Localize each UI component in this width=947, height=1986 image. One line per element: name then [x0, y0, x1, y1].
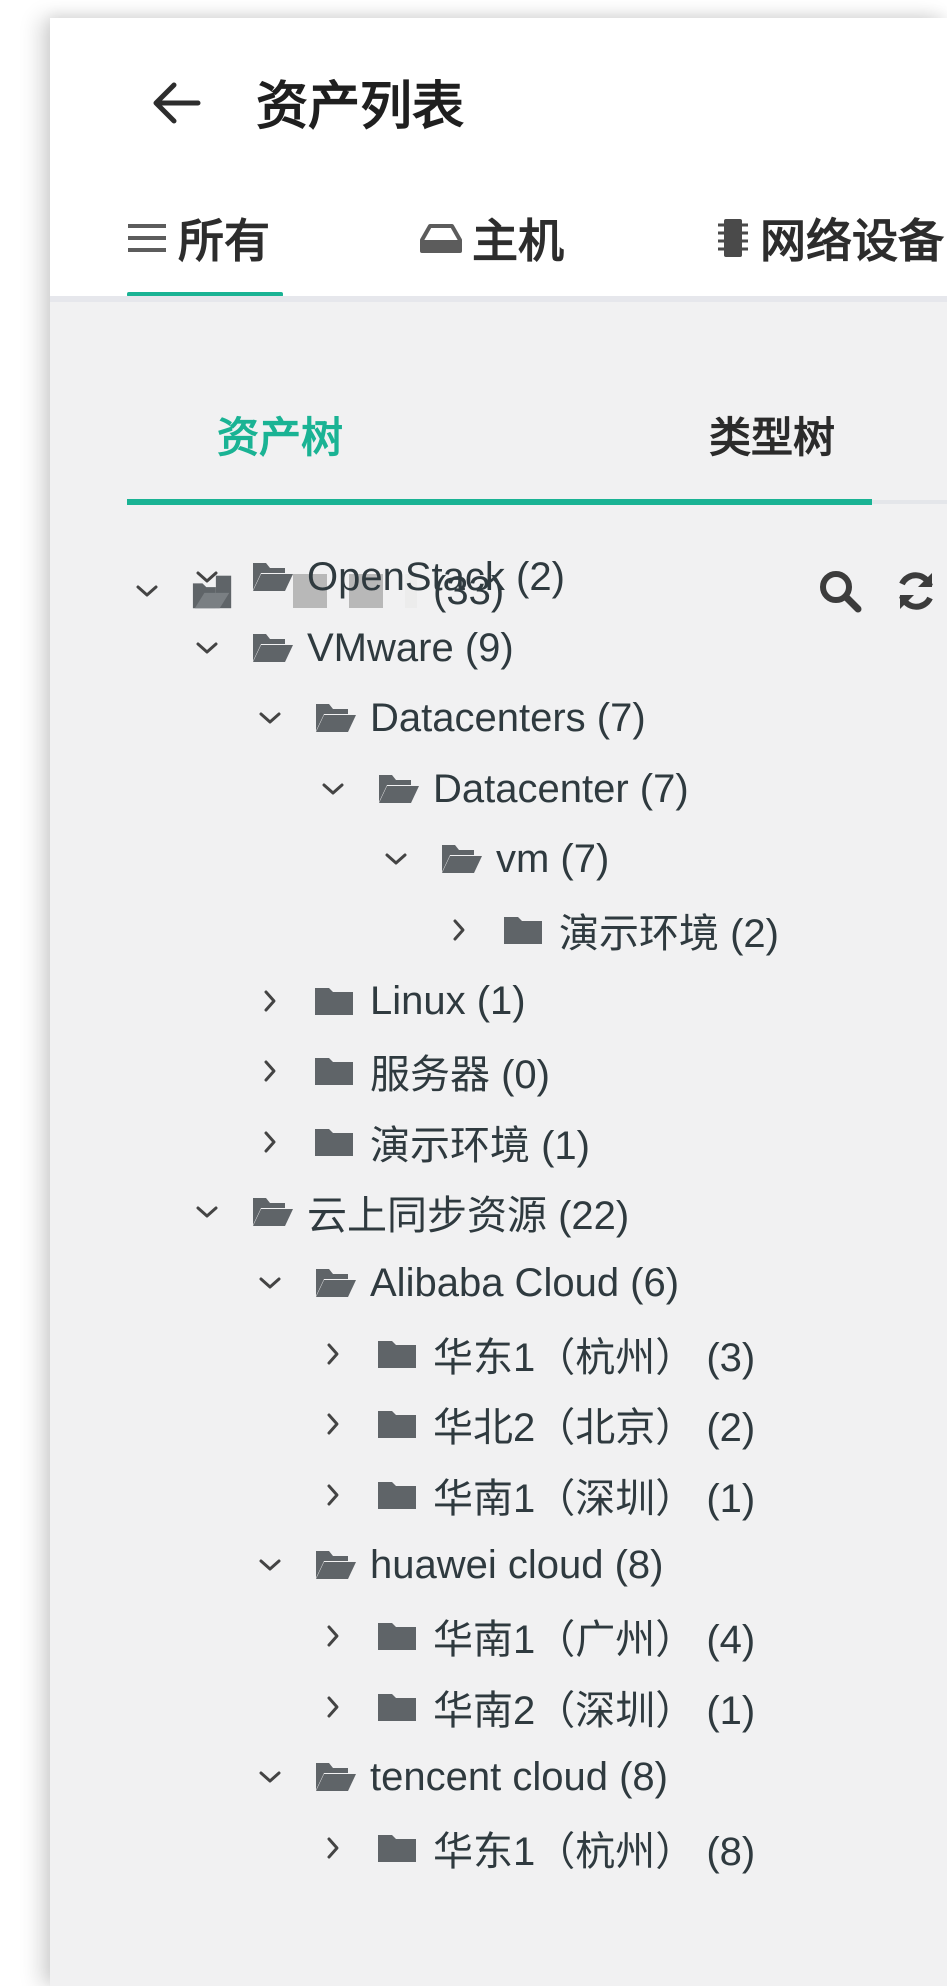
tree-node[interactable]: VMware (9) — [187, 613, 514, 683]
tree-node-label: OpenStack (2) — [307, 554, 565, 599]
tree-node[interactable]: Linux (1) — [250, 966, 526, 1036]
tree-node[interactable]: 服务器 (0) — [250, 1036, 550, 1106]
chevron-right-icon[interactable] — [439, 895, 479, 965]
folder-open-icon — [251, 542, 295, 612]
folder-icon — [377, 1813, 421, 1883]
folder-open-icon — [314, 1530, 358, 1600]
tree-node-label: 华南1（深圳） (1) — [433, 1477, 756, 1521]
tree-node[interactable]: 华南1（深圳） (1) — [313, 1460, 755, 1530]
tab-all[interactable]: 所有 — [126, 198, 270, 278]
refresh-icon — [899, 572, 933, 610]
folder-open-icon — [251, 613, 295, 683]
tree-node[interactable]: 华东1（杭州） (3) — [313, 1319, 755, 1389]
tree-node-label: Datacenter (7) — [433, 766, 689, 811]
tree-node[interactable]: 华南2（深圳） (1) — [313, 1672, 755, 1742]
folder-icon — [377, 1672, 421, 1742]
tree-node[interactable]: 云上同步资源 (22) — [187, 1177, 629, 1247]
chevron-right-icon[interactable] — [313, 1389, 353, 1459]
asset-panel: 资产列表 所有 主机 网络设备 资产树 类型树 (33) OpenStack (… — [50, 18, 947, 1986]
tree-node-label: huawei cloud (8) — [370, 1542, 664, 1587]
tree-node[interactable]: OpenStack (2) — [187, 542, 565, 612]
chevron-down-icon[interactable] — [187, 542, 227, 612]
chevron-down-icon[interactable] — [187, 613, 227, 683]
refresh-button[interactable] — [888, 556, 944, 626]
folder-icon — [314, 1036, 358, 1106]
chevron-right-icon[interactable] — [250, 1036, 290, 1106]
chevron-down-icon[interactable] — [250, 683, 290, 753]
chevron-down-icon[interactable] — [187, 1177, 227, 1247]
page-header: 资产列表 所有 主机 网络设备 — [50, 18, 947, 297]
tree-node-label: Datacenters (7) — [370, 695, 646, 740]
folder-open-icon — [314, 683, 358, 753]
search-button[interactable] — [812, 556, 868, 626]
folder-icon — [314, 1107, 358, 1177]
tree-node[interactable]: huawei cloud (8) — [250, 1530, 664, 1600]
arrow-left-icon — [153, 82, 201, 124]
tree-node[interactable]: 华东1（杭州） (8) — [313, 1813, 755, 1883]
folder-open-icon — [377, 754, 421, 824]
tree-node-label: 华东1（杭州） (3) — [433, 1336, 756, 1380]
chevron-down-icon[interactable] — [250, 1742, 290, 1812]
folder-icon — [377, 1389, 421, 1459]
tab-hosts[interactable]: 主机 — [420, 198, 564, 278]
search-icon — [820, 571, 862, 613]
chevron-right-icon[interactable] — [313, 1319, 353, 1389]
tree-node-label: Alibaba Cloud (6) — [370, 1260, 680, 1305]
network-device-icon — [716, 217, 750, 259]
tree-node[interactable]: 演示环境 (2) — [439, 895, 779, 965]
tree-node-label: 演示环境 (1) — [370, 1124, 590, 1168]
chevron-down-icon[interactable] — [313, 754, 353, 824]
folder-icon — [377, 1319, 421, 1389]
chevron-right-icon[interactable] — [313, 1672, 353, 1742]
folder-icon — [503, 895, 547, 965]
tree-node-label: Linux (1) — [370, 978, 526, 1023]
tree-node[interactable]: Datacenters (7) — [250, 683, 646, 753]
tree-node-label: 华北2（北京） (2) — [433, 1406, 756, 1450]
tree-tab-indicator — [127, 499, 872, 505]
chevron-right-icon[interactable] — [313, 1813, 353, 1883]
tree-node-label: 华南1（广州） (4) — [433, 1618, 756, 1662]
folder-open-icon — [251, 1177, 295, 1247]
chevron-right-icon[interactable] — [313, 1460, 353, 1530]
tree-node[interactable]: Alibaba Cloud (6) — [250, 1248, 679, 1318]
tab-all-label: 所有 — [178, 215, 270, 267]
folder-icon — [377, 1601, 421, 1671]
tab-hosts-label: 主机 — [472, 215, 564, 267]
hard-drive-icon — [420, 221, 462, 255]
tree-node[interactable]: vm (7) — [376, 824, 609, 894]
tree-panel: 资产树 类型树 (33) OpenStack (2) VMware (9) Data… — [50, 302, 947, 1986]
chevron-down-icon[interactable] — [376, 824, 416, 894]
chevron-right-icon[interactable] — [250, 1107, 290, 1177]
chevron-right-icon[interactable] — [250, 966, 290, 1036]
list-icon — [126, 221, 168, 255]
tab-network-devices-label: 网络设备 — [760, 215, 944, 267]
folder-open-icon — [314, 1742, 358, 1812]
tree-node[interactable]: 华南1（广州） (4) — [313, 1601, 755, 1671]
chevron-down-icon[interactable] — [127, 556, 167, 626]
tree-node-label: 华东1（杭州） (8) — [433, 1830, 756, 1874]
back-button[interactable] — [138, 60, 214, 146]
tab-network-devices[interactable]: 网络设备 — [716, 198, 944, 278]
tree-node-label: 服务器 (0) — [370, 1053, 550, 1097]
folder-open-icon — [314, 1248, 358, 1318]
folder-open-icon — [440, 824, 484, 894]
tree-node[interactable]: 华北2（北京） (2) — [313, 1389, 755, 1459]
tree-node-label: vm (7) — [496, 836, 610, 881]
tree-node-label: 云上同步资源 (22) — [307, 1194, 630, 1238]
tab-asset-tree[interactable]: 资产树 — [180, 394, 380, 474]
chevron-right-icon[interactable] — [313, 1601, 353, 1671]
tree-node-label: 华南2（深圳） (1) — [433, 1689, 756, 1733]
tree-node-label: 演示环境 (2) — [559, 912, 779, 956]
tab-type-tree[interactable]: 类型树 — [672, 394, 872, 474]
page-title: 资产列表 — [256, 78, 465, 136]
chevron-down-icon[interactable] — [250, 1248, 290, 1318]
tree-node-label: tencent cloud (8) — [370, 1754, 668, 1799]
folder-icon — [377, 1460, 421, 1530]
chevron-down-icon[interactable] — [250, 1530, 290, 1600]
folder-icon — [314, 966, 358, 1036]
tree-node[interactable]: tencent cloud (8) — [250, 1742, 668, 1812]
tree-node[interactable]: Datacenter (7) — [313, 754, 689, 824]
tree-node[interactable]: 演示环境 (1) — [250, 1107, 590, 1177]
tree-node-label: VMware (9) — [307, 625, 514, 670]
